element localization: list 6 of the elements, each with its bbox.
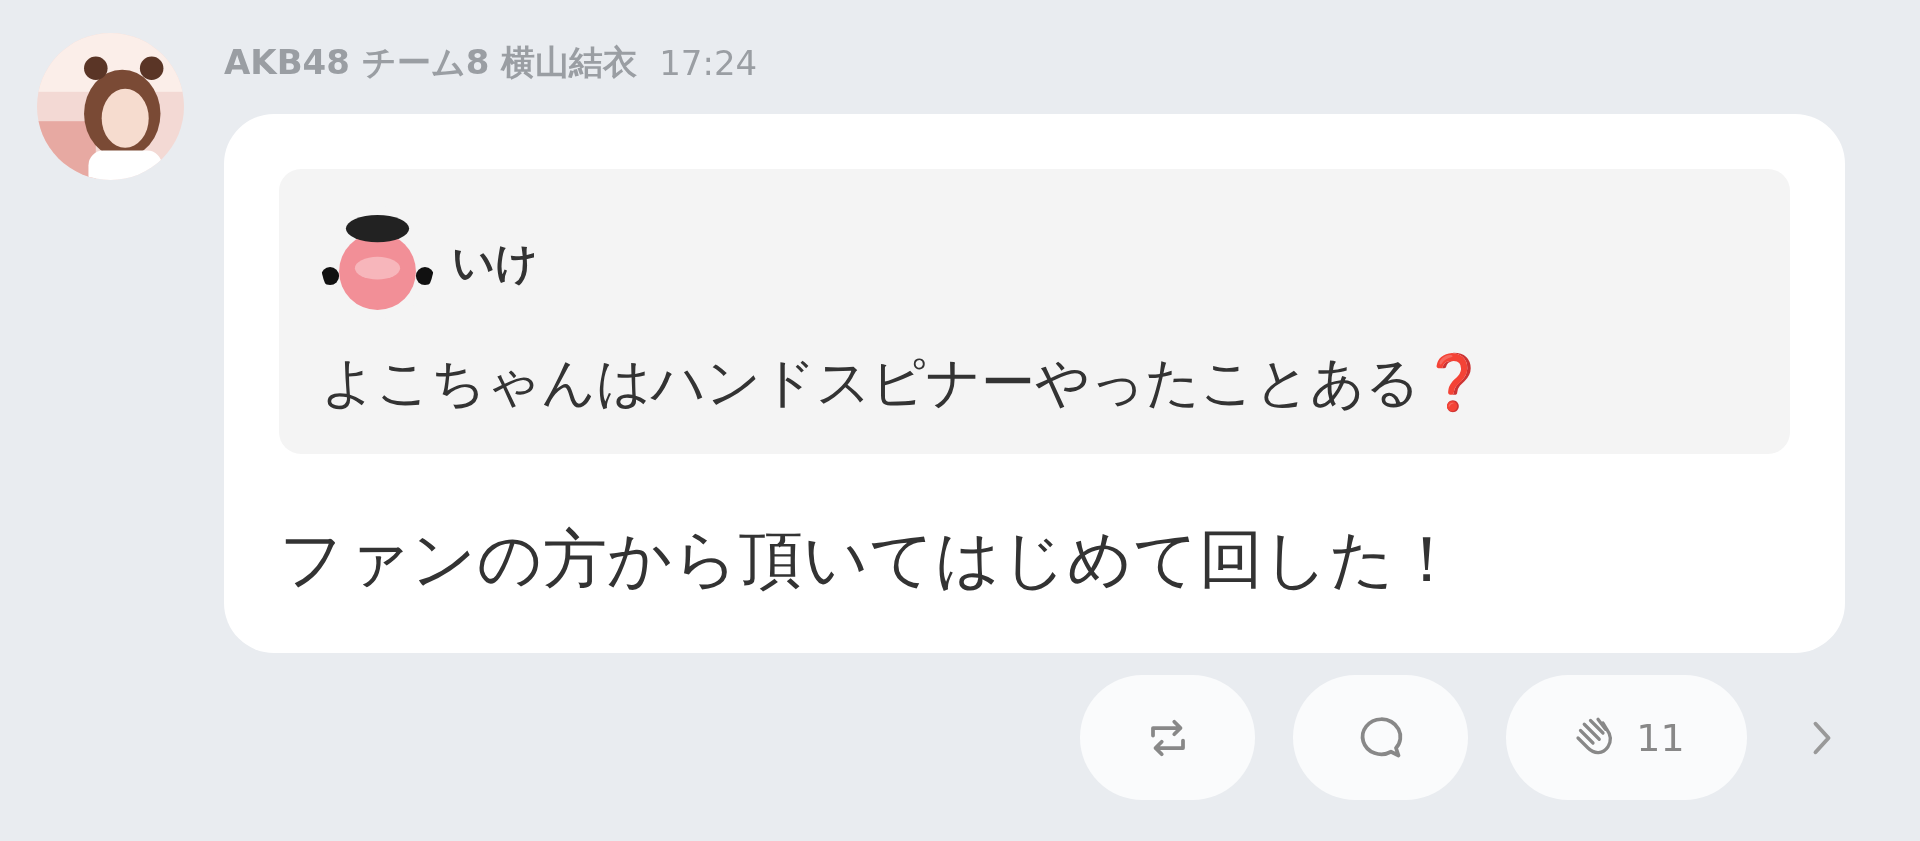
clap-button[interactable]: 11 xyxy=(1506,675,1747,800)
message-text: ファンの方から頂いてはじめて回した！ xyxy=(279,521,1460,598)
quoted-author: いけ xyxy=(452,236,538,289)
author-name: AKB48 チーム8 横山結衣 xyxy=(224,41,638,84)
quoted-message: よこちゃんはハンドスピナーやったことある❓ xyxy=(321,350,1488,416)
post-time: 17:24 xyxy=(659,43,758,83)
